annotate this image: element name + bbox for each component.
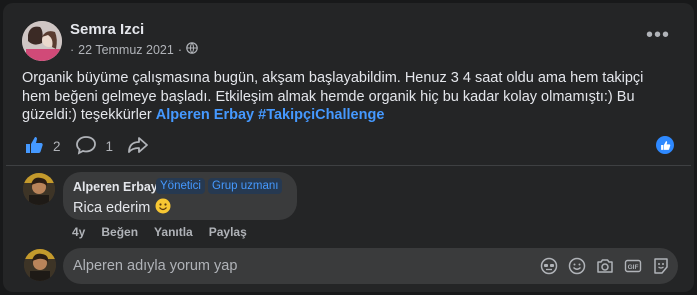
post-body: Organik büyüme çalışmasına bugün, akşam … xyxy=(22,69,672,125)
comment-content: Rica ederim xyxy=(73,198,171,218)
mention-link[interactable]: Alperen Erbay xyxy=(156,107,254,123)
like-reaction-icon[interactable] xyxy=(656,136,674,154)
commenter-avatar[interactable] xyxy=(23,173,55,205)
composer-tools: GIF xyxy=(540,257,670,275)
gif-icon[interactable]: GIF xyxy=(624,257,642,275)
post-meta: · 22 Temmuz 2021 · xyxy=(70,42,198,57)
admin-badge[interactable]: Yönetici xyxy=(156,178,205,194)
avatar-sticker-icon[interactable] xyxy=(540,257,558,275)
more-options-icon[interactable]: ••• xyxy=(646,25,670,45)
comment-like-button[interactable]: Beğen xyxy=(101,225,138,239)
post-actions: 2 1 xyxy=(24,135,163,158)
camera-icon[interactable] xyxy=(596,257,614,275)
smile-emoji-icon xyxy=(155,198,171,218)
share-button[interactable] xyxy=(127,135,149,158)
comment-actions: 4y Beğen Yanıtla Paylaş xyxy=(72,225,247,239)
emoji-icon[interactable] xyxy=(568,257,586,275)
sticker-icon[interactable] xyxy=(652,257,670,275)
meta-separator: · xyxy=(70,42,75,57)
thumbs-up-icon xyxy=(24,135,44,158)
svg-text:GIF: GIF xyxy=(628,264,639,271)
meta-separator: · xyxy=(177,42,183,57)
comment-time[interactable]: 4y xyxy=(72,225,85,239)
comment-reply-button[interactable]: Yanıtla xyxy=(154,225,193,239)
comment-input-placeholder: Alperen adıyla yorum yap xyxy=(73,258,238,274)
like-button[interactable]: 2 xyxy=(24,135,61,158)
share-icon xyxy=(127,135,149,158)
hashtag-link[interactable]: #TakipçiChallenge xyxy=(258,107,384,123)
comment-count: 1 xyxy=(105,139,114,154)
comment-bubble: Alperen Erbay Yönetici Grup uzmanı Rica … xyxy=(63,172,297,220)
section-divider xyxy=(6,165,691,166)
like-count: 2 xyxy=(53,139,61,154)
comment-input[interactable]: Alperen adıyla yorum yap GIF xyxy=(63,248,678,284)
expert-badge[interactable]: Grup uzmanı xyxy=(208,178,283,194)
post-date[interactable]: 22 Temmuz 2021 xyxy=(78,43,174,57)
comment-text: Rica ederim xyxy=(73,200,151,216)
comment-button[interactable]: 1 xyxy=(75,135,114,158)
post-card: Semra Izci · 22 Temmuz 2021 · ••• Organi… xyxy=(3,3,694,292)
author-avatar[interactable] xyxy=(22,21,62,61)
comment-icon xyxy=(75,135,97,158)
comment-author[interactable]: Alperen Erbay xyxy=(73,180,158,194)
post-author[interactable]: Semra Izci xyxy=(70,21,144,38)
globe-icon xyxy=(186,42,198,57)
comment-share-button[interactable]: Paylaş xyxy=(209,225,247,239)
current-user-avatar[interactable] xyxy=(24,249,56,281)
